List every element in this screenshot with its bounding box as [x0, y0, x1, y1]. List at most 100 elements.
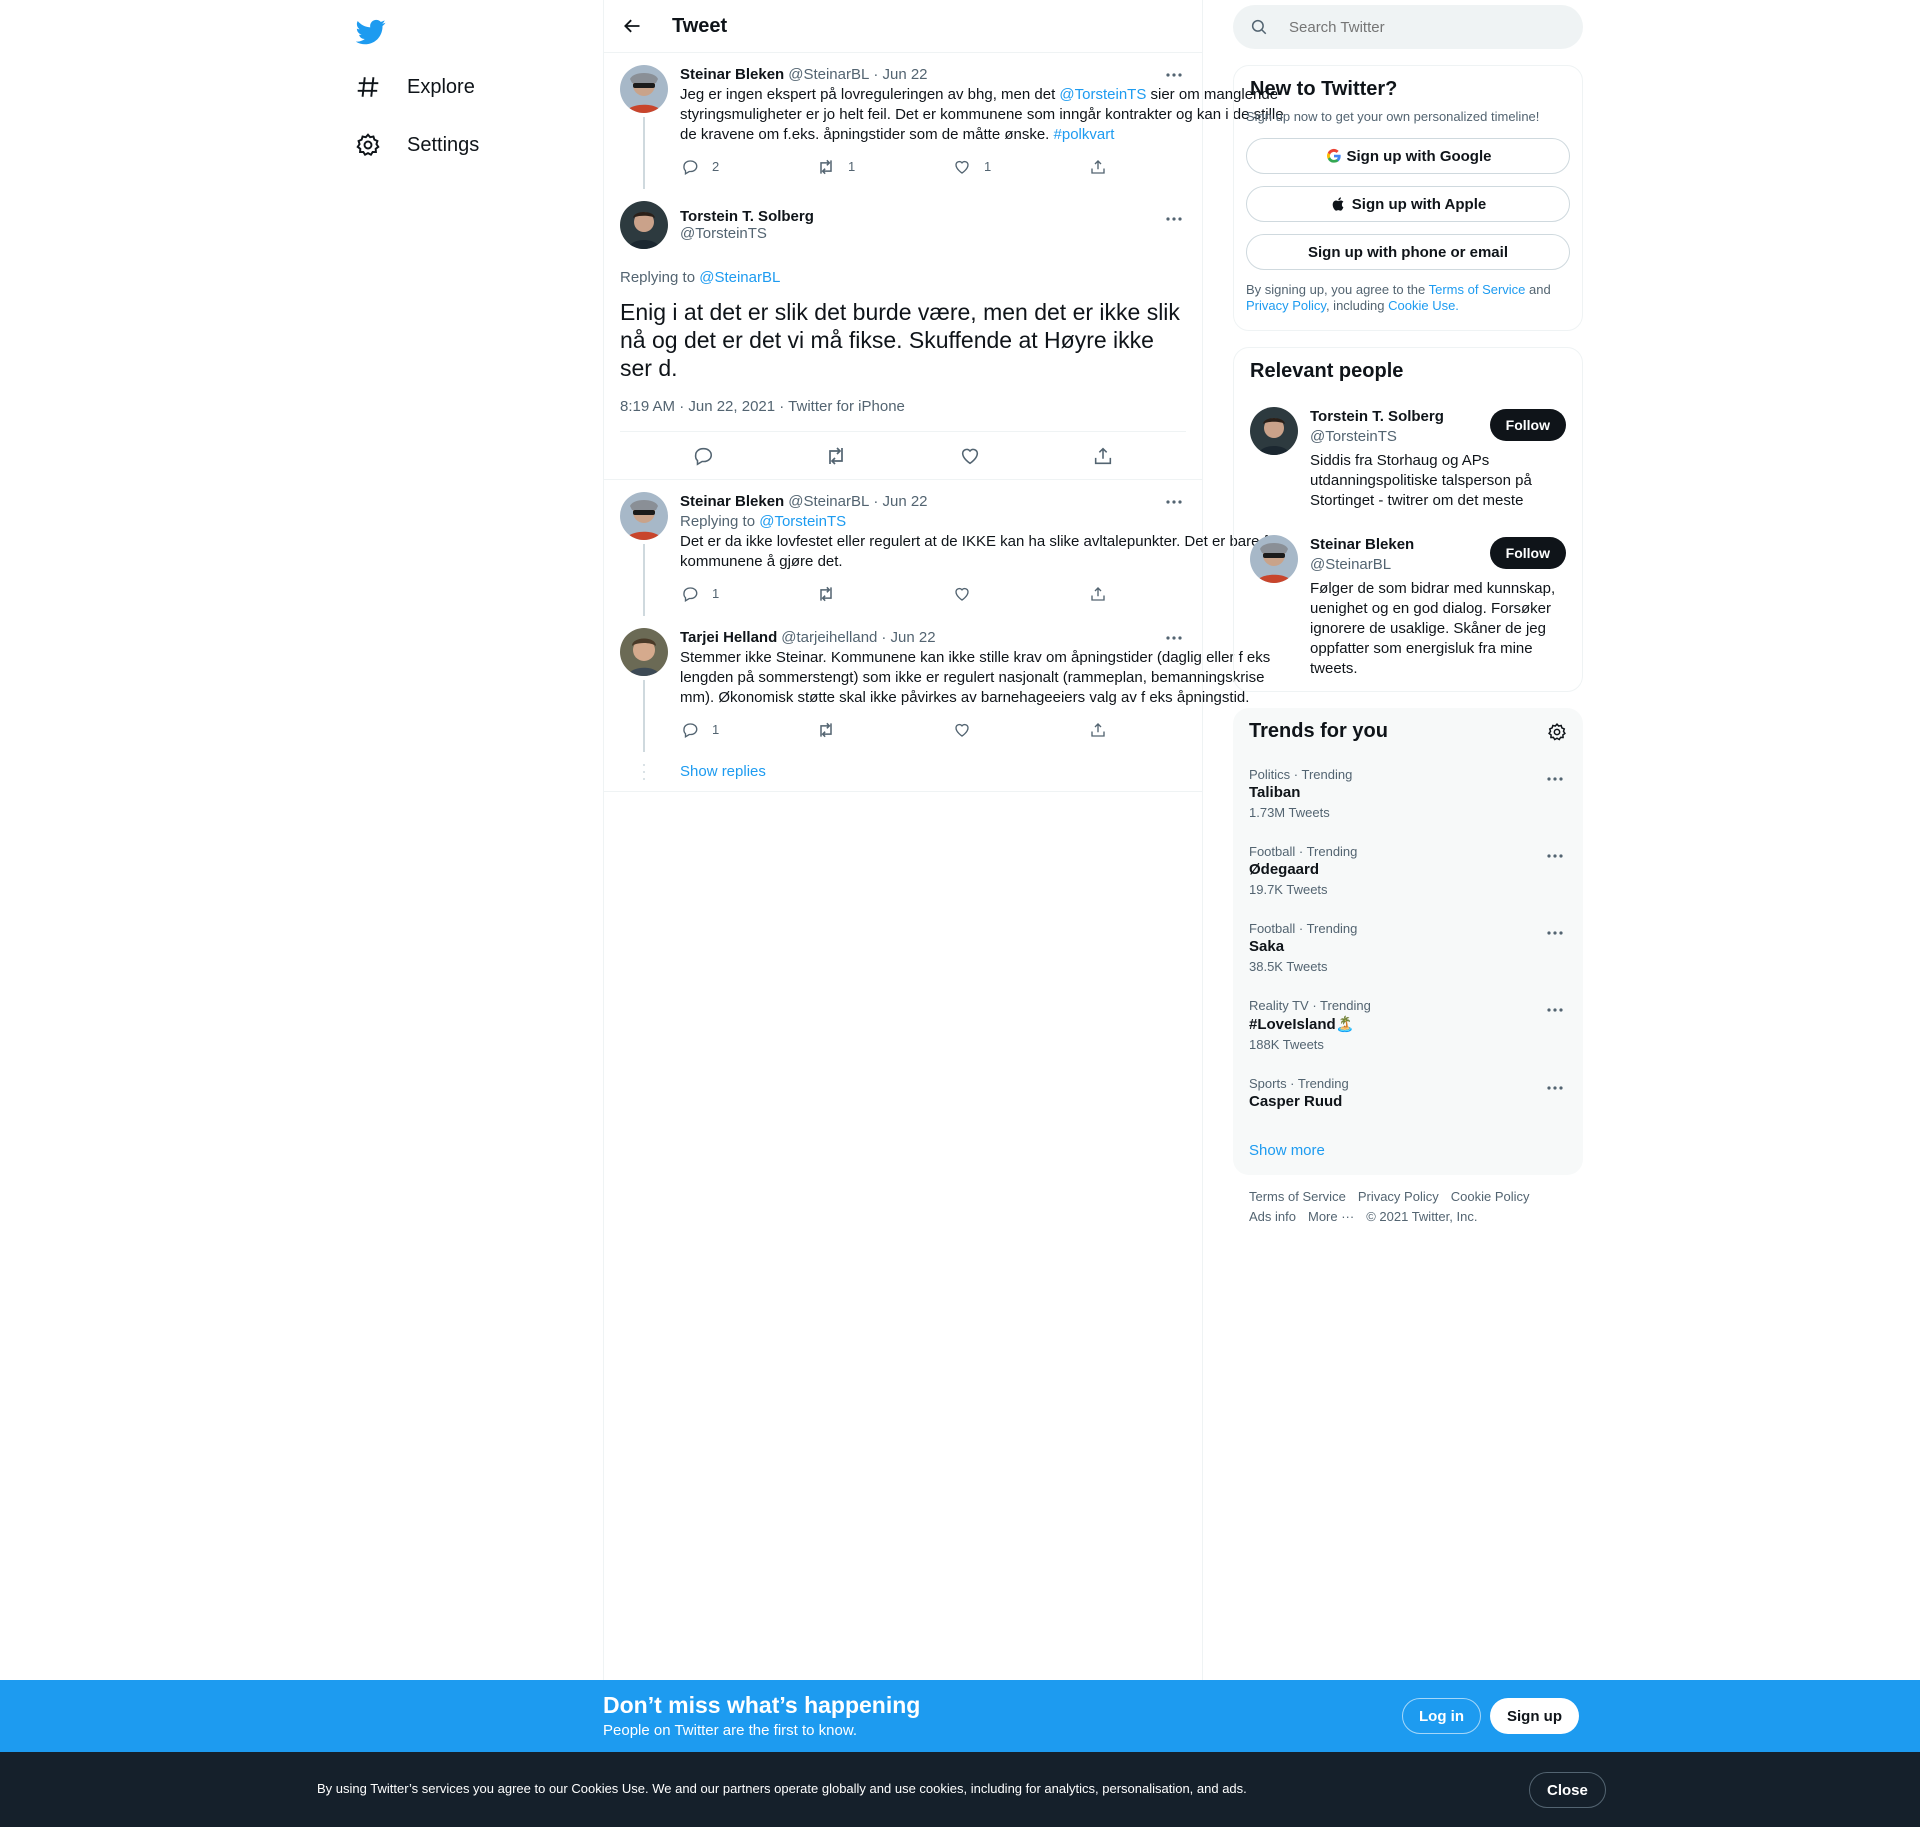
more-icon[interactable]	[1543, 923, 1567, 943]
mention-link[interactable]: @TorsteinTS	[1059, 86, 1146, 103]
author-handle[interactable]: @SteinarBL	[788, 65, 869, 85]
tweet-date[interactable]: · Jun 22	[873, 65, 927, 85]
trend-category: Football · Trending	[1249, 844, 1358, 859]
tweet-text-part: Jeg er ingen ekspert på lovreguleringen …	[680, 86, 1060, 103]
person-bio: Siddis fra Storhaug og APs utdanningspol…	[1310, 452, 1532, 509]
mention-link[interactable]: @TorsteinTS	[759, 513, 846, 530]
author-name[interactable]: Tarjei Helland	[680, 628, 777, 648]
author-name[interactable]: Steinar Bleken	[680, 65, 784, 85]
reply-icon[interactable]	[691, 444, 715, 468]
tweet-date[interactable]: · Jun 22	[873, 492, 927, 512]
mention-link[interactable]: @SteinarBL	[699, 269, 780, 286]
tweet-parent[interactable]: Steinar Bleken @SteinarBL · Jun 22 Jeg e…	[604, 53, 1284, 189]
more-icon[interactable]	[1543, 769, 1567, 789]
cookie-text: By using Twitter’s services you agree to…	[317, 1781, 1247, 1796]
author-handle[interactable]: @tarjeihelland	[781, 628, 877, 648]
show-replies-link[interactable]: Show replies	[680, 763, 766, 780]
trend-item[interactable]: Politics · Trending Taliban 1.73M Tweets	[1233, 755, 1583, 832]
footer-cookie-link[interactable]: Cookie Policy	[1451, 1189, 1530, 1204]
follow-button[interactable]: Follow	[1489, 537, 1566, 569]
share-button[interactable]	[1088, 720, 1224, 740]
signup-google-button[interactable]: Sign up with Google	[1246, 138, 1570, 174]
more-icon[interactable]	[1162, 628, 1186, 648]
retweet-count: 1	[848, 159, 856, 174]
more-icon[interactable]	[1543, 1078, 1567, 1098]
retweet-button[interactable]	[816, 584, 952, 604]
trends-title: Trends for you	[1249, 720, 1388, 742]
trend-item[interactable]: Reality TV · Trending #LoveIsland🏝️ 188K…	[1233, 986, 1583, 1064]
gear-icon[interactable]	[1547, 722, 1567, 742]
cookie-link[interactable]: Cookie Use.	[1388, 298, 1459, 313]
retweet-button[interactable]	[816, 720, 952, 740]
nav-settings[interactable]: Settings	[345, 117, 487, 173]
tweet-actions: 2 1 1	[680, 145, 1284, 189]
more-icon[interactable]	[1162, 492, 1186, 512]
retweet-icon[interactable]	[824, 444, 848, 468]
heart-icon[interactable]	[958, 444, 982, 468]
heart-icon	[952, 584, 972, 604]
main-column: Tweet Steinar Bleken @SteinarBL · Jun 22…	[603, 0, 1284, 1680]
avatar[interactable]	[1250, 535, 1298, 583]
avatar[interactable]	[620, 628, 668, 676]
hashtag-link[interactable]: #polkvart	[1054, 126, 1115, 143]
like-button[interactable]	[952, 720, 1088, 740]
tweet-date[interactable]: · Jun 22	[881, 628, 935, 648]
nav-explore[interactable]: Explore	[345, 59, 483, 115]
share-button[interactable]	[1088, 157, 1224, 177]
reply-count: 2	[712, 159, 720, 174]
share-icon[interactable]	[1091, 444, 1115, 468]
signup-button[interactable]: Sign up	[1490, 1698, 1579, 1734]
back-arrow-icon[interactable]	[620, 14, 644, 38]
show-more-link[interactable]: Show more	[1233, 1126, 1583, 1175]
avatar[interactable]	[620, 65, 668, 113]
footer-terms-link[interactable]: Terms of Service	[1249, 1189, 1346, 1204]
reply-button[interactable]: 1	[680, 584, 816, 604]
share-button[interactable]	[1088, 584, 1224, 604]
footer-privacy-link[interactable]: Privacy Policy	[1358, 1189, 1439, 1204]
like-button[interactable]: 1	[952, 157, 1088, 177]
reply-button[interactable]: 1	[680, 720, 816, 740]
author-handle[interactable]: @TorsteinTS	[680, 225, 814, 242]
search-input[interactable]	[1289, 18, 1549, 36]
more-icon[interactable]	[1162, 65, 1186, 85]
author-handle[interactable]: @SteinarBL	[788, 492, 869, 512]
close-button[interactable]: Close	[1529, 1772, 1606, 1808]
tweet-timestamp[interactable]: 8:19 AM · Jun 22, 2021 · Twitter for iPh…	[620, 398, 1186, 432]
terms-link[interactable]: Terms of Service	[1429, 282, 1526, 297]
privacy-link[interactable]: Privacy Policy	[1246, 298, 1326, 313]
author-name[interactable]: Steinar Bleken	[680, 492, 784, 512]
retweet-button[interactable]: 1	[816, 157, 952, 177]
trend-item[interactable]: Sports · Trending Casper Ruud	[1233, 1064, 1583, 1126]
reply-button[interactable]: 2	[680, 157, 816, 177]
trend-count: 1.73M Tweets	[1249, 805, 1330, 820]
trend-item[interactable]: Football · Trending Saka 38.5K Tweets	[1233, 909, 1583, 986]
search-box[interactable]	[1233, 5, 1583, 49]
retweet-icon	[816, 720, 836, 740]
more-icon[interactable]	[1162, 209, 1186, 229]
avatar[interactable]	[1250, 407, 1298, 455]
follow-button[interactable]: Follow	[1489, 409, 1566, 441]
person-item[interactable]: Steinar Bleken @SteinarBL Følger de som …	[1234, 523, 1582, 691]
login-button[interactable]: Log in	[1402, 1698, 1481, 1734]
more-icon[interactable]	[1543, 1000, 1567, 1020]
trend-item[interactable]: Football · Trending Ødegaard 19.7K Tweet…	[1233, 832, 1583, 909]
focused-tweet: Torstein T. Solberg @TorsteinTS Replying…	[604, 189, 1202, 480]
signup-apple-label: Sign up with Apple	[1351, 195, 1487, 213]
tweet-reply[interactable]: Tarjei Helland @tarjeihelland · Jun 22 S…	[604, 616, 1270, 752]
replying-label: Replying to	[620, 269, 700, 286]
avatar[interactable]	[620, 201, 668, 249]
avatar[interactable]	[620, 492, 668, 540]
trends-header: Trends for you	[1233, 708, 1583, 755]
like-button[interactable]	[952, 584, 1088, 604]
tweet-reply[interactable]: Steinar Bleken @SteinarBL · Jun 22 Reply…	[604, 480, 1281, 616]
signup-phone-button[interactable]: Sign up with phone or email	[1246, 234, 1570, 270]
footer-ads-link[interactable]: Ads info	[1249, 1209, 1296, 1224]
nav-explore-label: Explore	[407, 75, 475, 98]
person-item[interactable]: Torstein T. Solberg @TorsteinTS Siddis f…	[1234, 395, 1582, 523]
footer-more-link[interactable]: More ···	[1308, 1209, 1354, 1224]
twitter-logo-icon[interactable]	[351, 12, 391, 52]
show-replies[interactable]: Show replies	[604, 752, 1202, 792]
signup-apple-button[interactable]: Sign up with Apple	[1246, 186, 1570, 222]
author-name[interactable]: Torstein T. Solberg	[680, 208, 814, 225]
more-icon[interactable]	[1543, 846, 1567, 866]
